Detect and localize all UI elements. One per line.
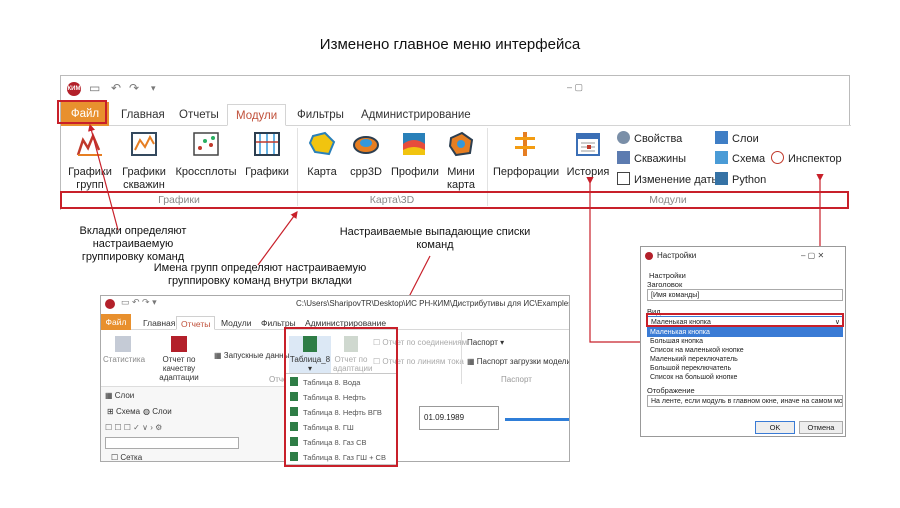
statistics-icon xyxy=(115,336,131,352)
w2-path: C:\Users\SharipovTR\Desktop\ИС РН-КИМ\Ди… xyxy=(296,299,569,308)
w2-grid-item[interactable]: ☐ Сетка xyxy=(111,453,142,461)
view-option[interactable]: Список на маленькой кнопке xyxy=(647,346,843,355)
header-label: Заголовок xyxy=(647,280,683,289)
w2-quick-icons[interactable]: ▭ ↶ ↷ ▾ xyxy=(121,297,157,308)
quality-report-icon xyxy=(171,336,187,352)
w2-panel-toolbar[interactable]: ☐ ☐ ☐ ✓ ∨ › ⚙ xyxy=(105,423,162,432)
w2-passport-load-button[interactable]: ▦ Паспорт загрузки модели xyxy=(467,357,569,366)
groups-note: Имена групп определяют настраиваемую гру… xyxy=(153,262,367,287)
view-select-highlight xyxy=(646,313,844,327)
view-option[interactable]: Большая кнопка xyxy=(647,337,843,346)
view-option[interactable]: Большой переключатель xyxy=(647,364,843,373)
w2-tab-main[interactable]: Главная xyxy=(139,316,179,330)
view-option[interactable]: Список на большой кнопке xyxy=(647,373,843,382)
w2-tab-reports[interactable]: Отчеты xyxy=(176,316,216,330)
cancel-button[interactable]: Отмена xyxy=(799,421,843,434)
w2-scheme-tab[interactable]: ⊞ Схема xyxy=(107,407,140,416)
dropdown-highlight xyxy=(284,327,398,467)
w2-launched-data-button[interactable]: ▦ Запускные данные xyxy=(214,351,294,360)
w2-date-field[interactable]: 01.09.1989 xyxy=(419,406,499,430)
w2-layers-title: ▦ Слои xyxy=(105,391,135,400)
dialog-window-buttons[interactable]: – ▢ ✕ xyxy=(801,247,824,265)
display-select[interactable]: На ленте, если модуль в главном окне, ин… xyxy=(647,395,843,407)
display-label: Отображение xyxy=(647,386,695,395)
tabs-note: Вкладки определяют настраиваемую группир… xyxy=(79,225,187,263)
view-option[interactable]: Маленький переключатель xyxy=(647,355,843,364)
dialog-title: Настройки xyxy=(657,251,697,260)
settings-dialog: Настройки – ▢ ✕ Настройки Заголовок [Имя… xyxy=(640,246,846,437)
dialog-titlebar: Настройки – ▢ ✕ xyxy=(641,247,845,265)
dropdown-note: Настраиваемые выпадающие списки команд xyxy=(339,226,531,251)
file-tab-highlight xyxy=(57,100,107,124)
w2-passport-button[interactable]: Паспорт ▾ xyxy=(467,338,504,347)
view-option[interactable]: Маленькая кнопка xyxy=(647,328,843,337)
dialog-section: Настройки xyxy=(649,271,686,280)
w2-timeline-slider[interactable] xyxy=(505,418,569,421)
w2-group-passport: Паспорт xyxy=(501,375,532,384)
w2-quality-report-button[interactable]: Отчет по качеству адаптации xyxy=(147,336,211,382)
w2-tab-file[interactable]: Файл xyxy=(101,314,131,330)
header-field[interactable]: [Имя команды] xyxy=(647,289,843,301)
w2-tab-modules[interactable]: Модули xyxy=(217,316,255,330)
w2-layers-tab[interactable]: ◍ Слои xyxy=(143,407,172,416)
w2-statistics-button[interactable]: Статистика xyxy=(103,336,145,364)
ok-button[interactable]: OK xyxy=(755,421,795,434)
w2-panel-combo[interactable] xyxy=(105,437,239,449)
w2-quick-access: ▭ ↶ ↷ ▾ C:\Users\SharipovTR\Desktop\ИС Р… xyxy=(101,296,569,312)
w2-logo xyxy=(105,299,115,309)
